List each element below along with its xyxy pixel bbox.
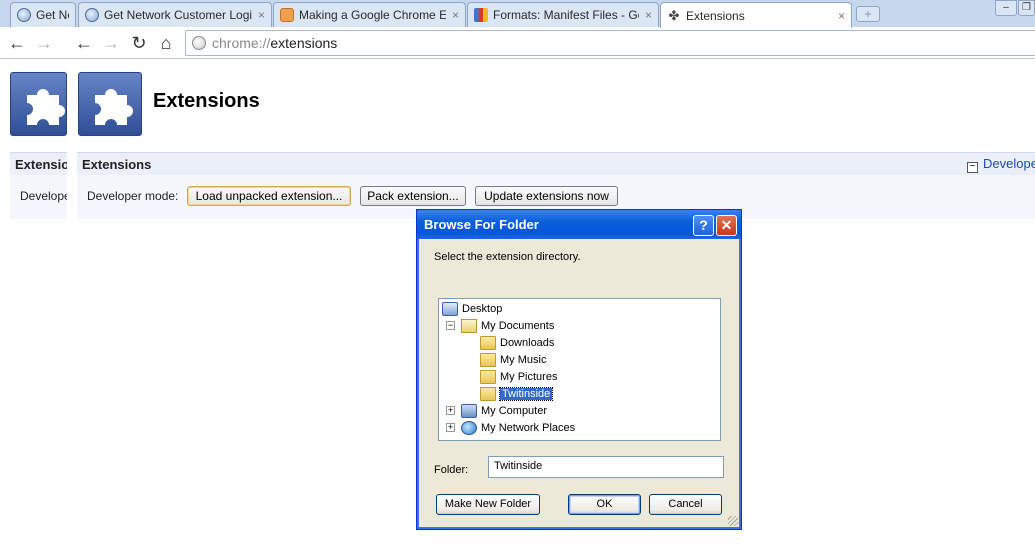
dialog-titlebar[interactable]: Browse For Folder ? ✕ (417, 210, 741, 239)
url-path: extensions (270, 35, 338, 51)
puzzle-icon: ✤ (668, 7, 680, 23)
dialog-title: Browse For Folder (424, 217, 539, 232)
cancel-button[interactable]: Cancel (649, 494, 722, 515)
tab-close-icon[interactable]: × (838, 9, 845, 23)
collapse-icon[interactable]: − (446, 321, 455, 330)
section-header: Extensions (77, 152, 1035, 175)
tab-formats-manifest[interactable]: Formats: Manifest Files - Goog × (467, 2, 659, 27)
tab-close-icon[interactable]: × (645, 8, 652, 22)
tree-label: Desktop (462, 303, 503, 315)
reload-icon[interactable]: ↻ (128, 32, 150, 54)
pictures-folder-icon (480, 370, 496, 384)
help-button[interactable]: ? (693, 215, 714, 236)
tab-label: Formats: Manifest Files - Goog (493, 8, 639, 22)
desktop-icon (442, 302, 458, 316)
tree-label: My Music (500, 354, 547, 366)
forward-arrow-icon[interactable]: → (33, 32, 55, 54)
network-icon (461, 421, 477, 435)
tab-label: Extensions (686, 8, 745, 23)
tree-label: My Documents (481, 320, 555, 332)
expand-icon[interactable]: + (446, 423, 455, 432)
tab-label: Get Network Customer Login P (104, 8, 252, 22)
close-button[interactable]: ✕ (716, 215, 737, 236)
developer-mode-label: Developer mode: (87, 189, 179, 203)
folder-icon (480, 336, 496, 350)
tab-making-chrome-extension[interactable]: Making a Google Chrome Exter × (273, 2, 466, 27)
tree-item-my-network-places[interactable]: My Network Places (461, 420, 575, 436)
page-icon (192, 36, 206, 50)
tab-label: Get Ne (36, 8, 69, 22)
developer-mode-link: Develope (983, 156, 1035, 171)
folder-tree[interactable]: Desktop − My Documents Downloads My Musi… (438, 298, 721, 441)
tree-label: My Pictures (500, 371, 558, 383)
tree-item-my-computer[interactable]: My Computer (461, 403, 547, 419)
address-bar[interactable]: chrome:// extensions (185, 30, 1035, 56)
tab-get-network-login[interactable]: Get Network Customer Login P × (78, 2, 272, 27)
minimize-button[interactable]: – (995, 0, 1017, 16)
restore-button[interactable]: ❐ (1018, 0, 1035, 16)
tree-item-my-documents[interactable]: My Documents (461, 318, 554, 334)
computer-icon (461, 404, 477, 418)
developer-mode-toggle[interactable]: − Develope (967, 156, 1035, 173)
documents-folder-icon (461, 319, 477, 333)
tree-item-my-pictures[interactable]: My Pictures (480, 369, 557, 385)
folder-open-icon (480, 387, 496, 401)
tree-item-my-music[interactable]: My Music (480, 352, 546, 368)
ok-button[interactable]: OK (568, 494, 641, 515)
tab-extensions[interactable]: ✤ Extensions × (660, 2, 852, 28)
globe-icon (85, 8, 99, 22)
make-new-folder-button[interactable]: Make New Folder (436, 494, 540, 515)
tree-label: Downloads (500, 337, 555, 349)
tab-get-ne[interactable]: Get Ne (10, 2, 76, 27)
tab-label: Making a Google Chrome Exter (299, 8, 446, 22)
tree-item-downloads[interactable]: Downloads (480, 335, 554, 351)
puzzle-logo-icon (10, 72, 67, 136)
tree-item-twitinside[interactable]: Twitinside (480, 386, 554, 402)
tab-close-icon[interactable]: × (258, 8, 265, 22)
load-unpacked-extension-button[interactable]: Load unpacked extension... (187, 186, 351, 206)
tab-close-icon[interactable]: × (452, 8, 459, 22)
url-scheme: chrome:// (212, 35, 271, 51)
music-folder-icon (480, 353, 496, 367)
browse-for-folder-dialog: Browse For Folder ? ✕ Select the extensi… (416, 209, 742, 530)
developer-mode-label-left: Develope (20, 189, 67, 203)
tree-label-selected: Twitinside (498, 387, 554, 401)
tree-label: My Network Places (481, 422, 576, 434)
back-arrow-icon[interactable]: ← (73, 32, 95, 54)
resize-grip-icon[interactable] (728, 516, 738, 526)
orange-site-icon (280, 8, 294, 22)
tab-strip: Get Ne Get Network Customer Login P × Ma… (0, 0, 1035, 28)
puzzle-logo-icon (78, 72, 142, 136)
expand-icon[interactable]: + (446, 406, 455, 415)
folder-input[interactable]: Twitinside (488, 456, 724, 478)
tree-label: My Computer (481, 405, 548, 417)
tree-item-desktop[interactable]: Desktop (442, 301, 502, 317)
collapse-icon: − (967, 162, 978, 173)
globe-icon (17, 8, 31, 22)
browser-toolbar: ← → ← → ↻ ⌂ chrome:// extensions (0, 27, 1035, 59)
update-extensions-button[interactable]: Update extensions now (475, 186, 618, 206)
dialog-prompt: Select the extension directory. (434, 251, 581, 263)
google-icon (474, 8, 488, 22)
section-header-left: Extensio (10, 152, 67, 175)
back-arrow-icon[interactable]: ← (6, 32, 28, 54)
new-tab-button[interactable]: + (856, 6, 880, 22)
forward-arrow-icon[interactable]: → (100, 32, 122, 54)
home-icon[interactable]: ⌂ (155, 32, 177, 54)
pack-extension-button[interactable]: Pack extension... (360, 186, 466, 206)
folder-label: Folder: (434, 464, 469, 476)
page-title: Extensions (153, 90, 260, 112)
